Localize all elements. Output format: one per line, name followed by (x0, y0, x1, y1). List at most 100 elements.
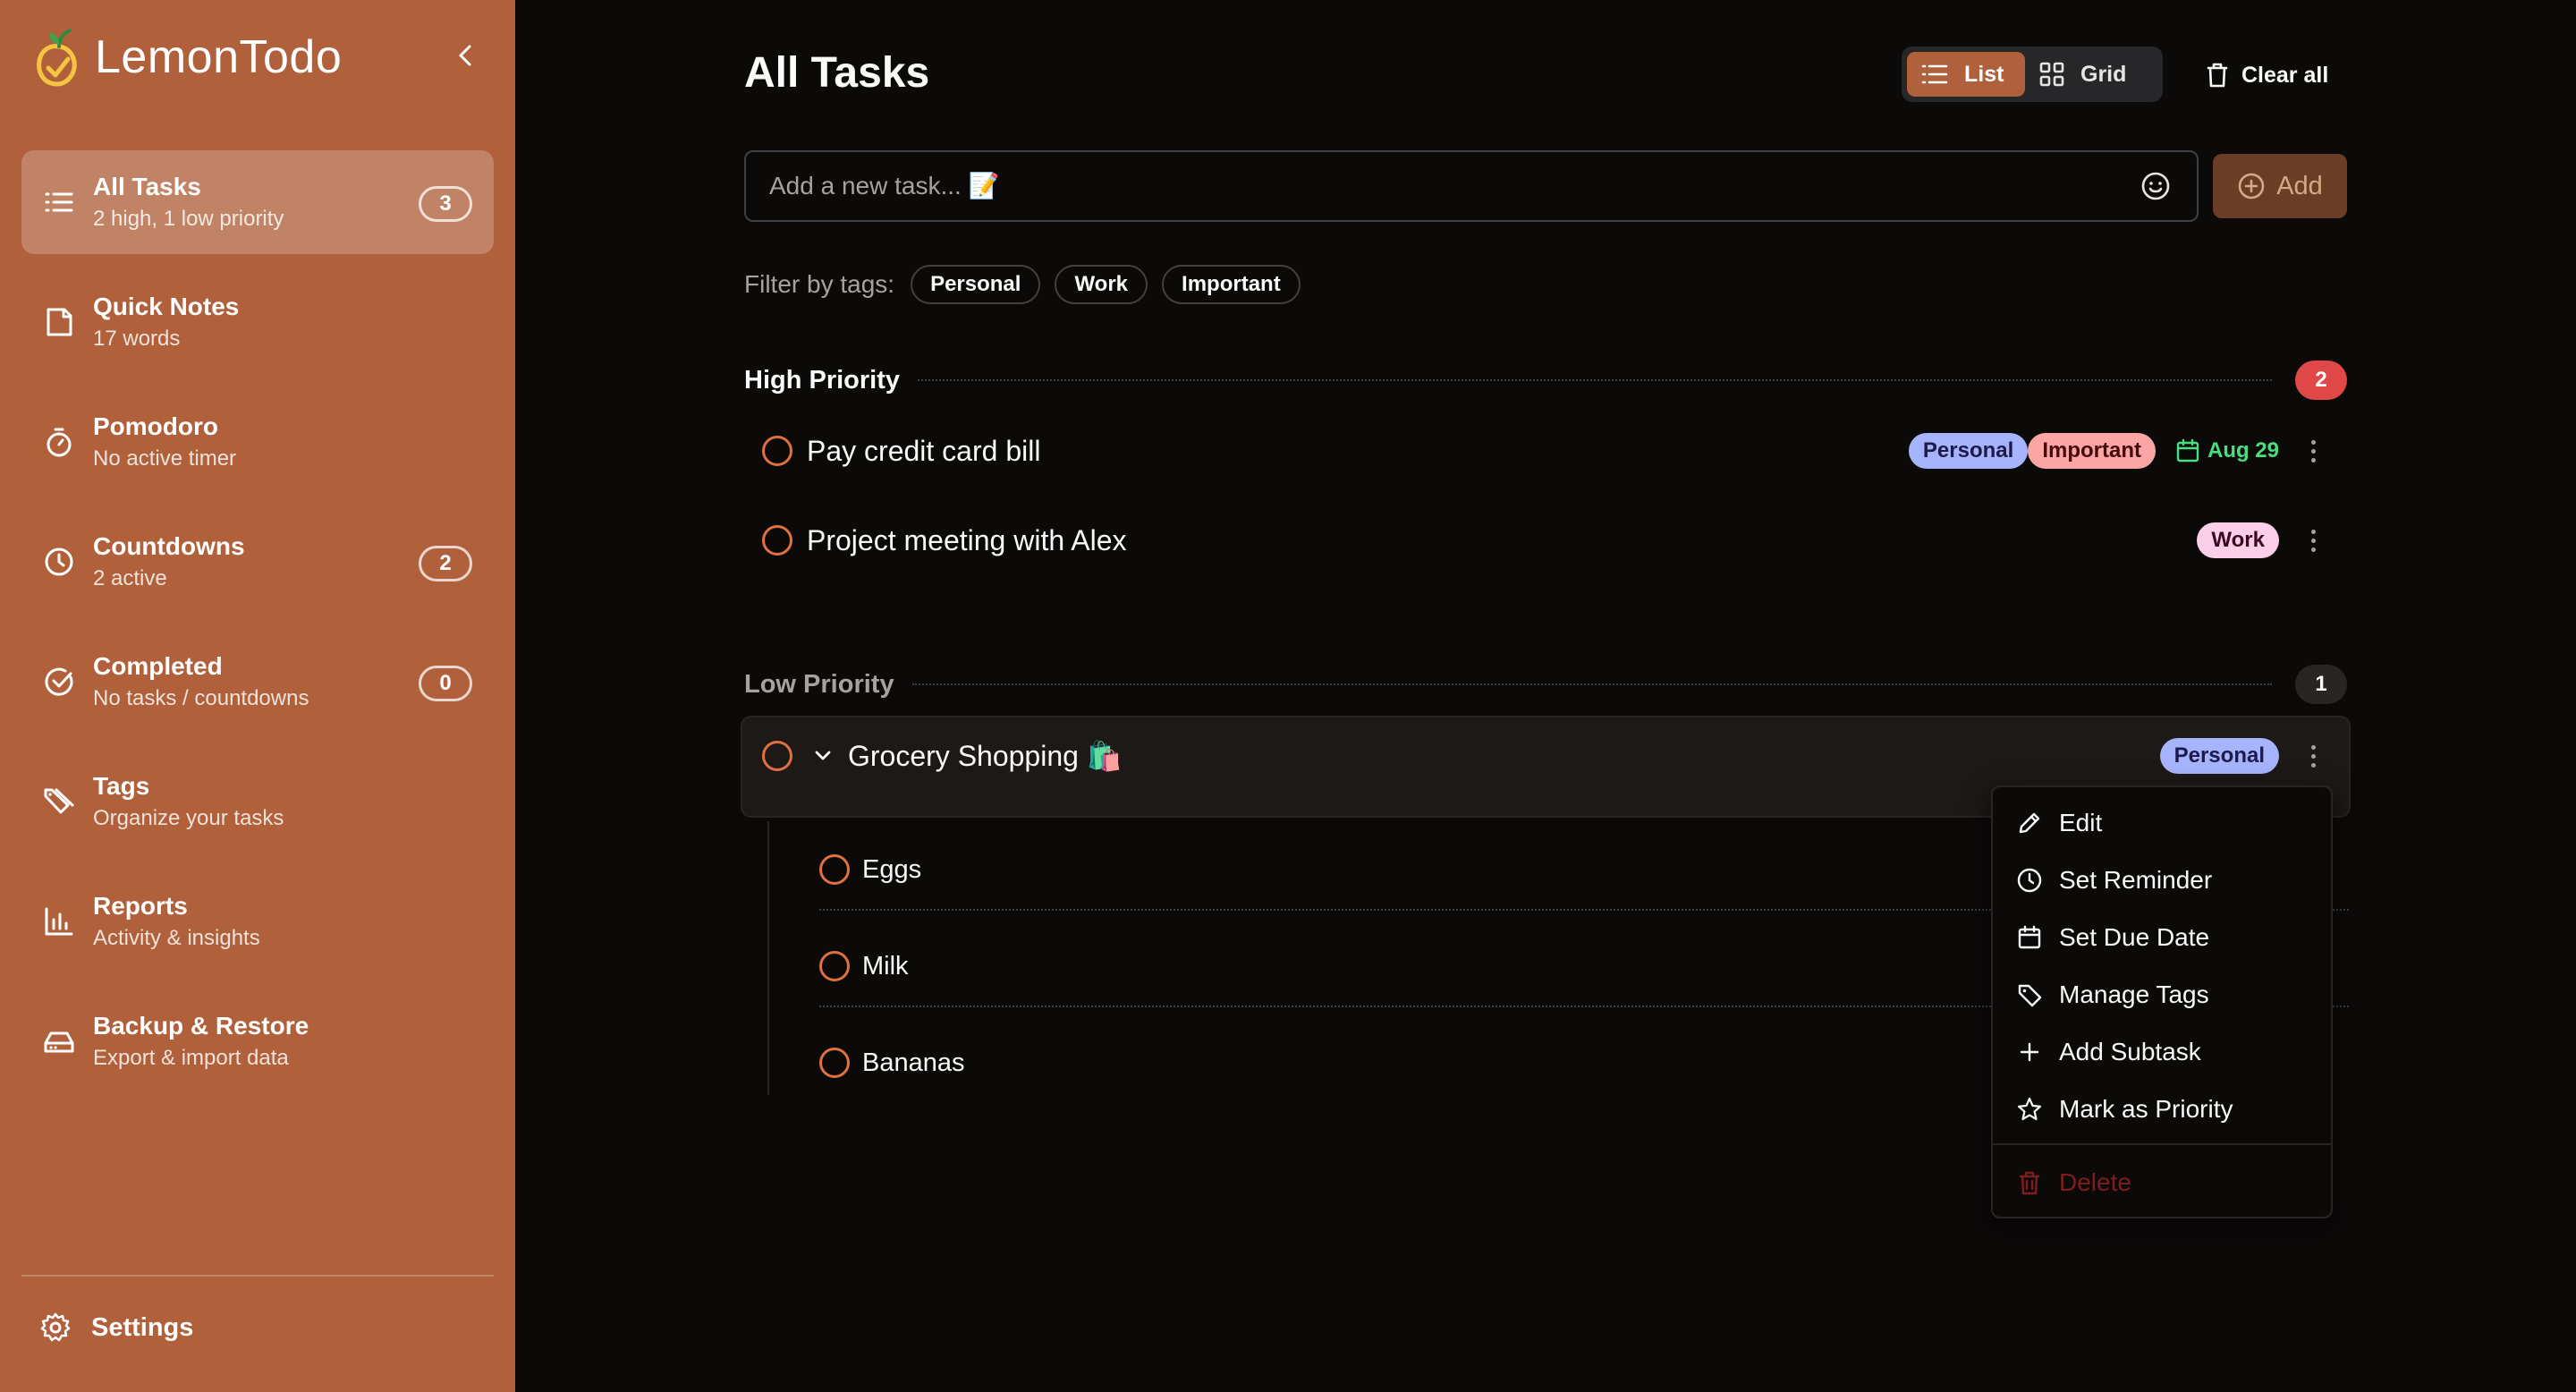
task-checkbox[interactable] (762, 525, 792, 556)
sidebar-item-subtitle: 17 words (93, 327, 181, 351)
filter-chip-personal[interactable]: Personal (911, 265, 1041, 304)
new-task-input[interactable] (769, 172, 2138, 200)
more-options-button[interactable] (2302, 738, 2324, 774)
count-badge: 0 (419, 666, 472, 701)
menu-item-label: Mark as Priority (2059, 1095, 2233, 1123)
smiley-icon (2141, 172, 2170, 200)
plus-icon (2020, 1042, 2039, 1062)
count-badge: 2 (419, 546, 472, 581)
sidebar-item-all-tasks[interactable]: All Tasks 2 high, 1 low priority 3 (21, 150, 494, 254)
task-row[interactable]: Pay credit card bill Personal Important … (744, 415, 2347, 487)
sidebar-item-countdowns[interactable]: Countdowns 2 active 2 (21, 510, 494, 614)
task-checkbox[interactable] (762, 741, 792, 771)
menu-item-label: Set Reminder (2059, 866, 2213, 894)
drive-icon (44, 1031, 74, 1053)
note-icon (47, 308, 72, 336)
task-checkbox[interactable] (762, 436, 792, 466)
task-meta: Personal (2159, 720, 2324, 792)
chevron-left-icon (459, 45, 471, 66)
sidebar: LemonTodo All Tasks 2 high, 1 low priori… (0, 0, 515, 1392)
task-row[interactable]: Grocery Shopping 🛍️ Personal (744, 720, 2347, 792)
app-name: LemonTodo (95, 31, 343, 83)
sidebar-item-tags[interactable]: Tags Organize your tasks (21, 750, 494, 853)
subtask-checkbox[interactable] (819, 854, 850, 885)
lemon-logo-icon (37, 29, 77, 87)
calendar-icon (2176, 438, 2199, 463)
sidebar-item-reports[interactable]: Reports Activity & insights (21, 870, 494, 973)
menu-item-set-reminder[interactable]: Set Reminder (1993, 852, 2331, 909)
list-view-button[interactable]: List (1907, 52, 2025, 97)
grid-icon (2039, 62, 2064, 87)
emoji-picker-button[interactable] (2138, 168, 2174, 204)
section-divider (918, 379, 2272, 381)
sidebar-item-title: Countdowns (93, 532, 245, 560)
star-icon (2017, 1097, 2042, 1121)
menu-item-mark-as-priority[interactable]: Mark as Priority (1993, 1081, 2331, 1138)
due-date-label: Aug 29 (2207, 438, 2279, 463)
menu-item-delete[interactable]: Delete (1993, 1154, 2331, 1211)
tag-filter: Filter by tags: Personal Work Important (744, 265, 1315, 304)
subtask-title: Eggs (862, 854, 922, 884)
sidebar-item-title: Reports (93, 892, 188, 920)
timer-icon (47, 428, 72, 457)
subtask-title: Bananas (862, 1048, 965, 1077)
check-circle-icon (45, 667, 73, 696)
list-icon (1921, 64, 1948, 84)
menu-item-label: Set Due Date (2059, 923, 2210, 951)
tag-badge-personal[interactable]: Personal (1908, 433, 2029, 469)
clock-icon (2017, 868, 2042, 893)
menu-item-add-subtask[interactable]: Add Subtask (1993, 1023, 2331, 1081)
menu-item-edit[interactable]: Edit (1993, 794, 2331, 852)
more-options-button[interactable] (2302, 433, 2324, 469)
sidebar-item-subtitle: No active timer (93, 446, 237, 471)
menu-item-set-due-date[interactable]: Set Due Date (1993, 909, 2331, 966)
clear-all-button[interactable]: Clear all (2206, 57, 2328, 93)
more-options-button[interactable] (2302, 522, 2324, 558)
sidebar-divider (21, 1275, 494, 1277)
sidebar-item-subtitle: 2 active (93, 566, 167, 590)
subtask-checkbox[interactable] (819, 951, 850, 981)
subtask-checkbox[interactable] (819, 1048, 850, 1078)
calendar-icon (2018, 925, 2041, 949)
settings-button[interactable]: Settings (39, 1308, 193, 1347)
sidebar-item-title: Completed (93, 652, 223, 680)
plus-circle-icon (2238, 173, 2265, 199)
task-row[interactable]: Project meeting with Alex Work (744, 505, 2347, 576)
task-meta: Work (2197, 505, 2324, 576)
sidebar-item-subtitle: No tasks / countdowns (93, 686, 309, 710)
chevron-down-icon[interactable] (812, 745, 834, 767)
tag-badge-work[interactable]: Work (2197, 522, 2279, 558)
clock-icon (45, 547, 73, 576)
sidebar-item-title: Pomodoro (93, 412, 218, 440)
grid-view-button[interactable]: Grid (2025, 52, 2140, 97)
grid-view-label: Grid (2080, 61, 2127, 87)
section-divider (911, 683, 2272, 685)
sidebar-item-quick-notes[interactable]: Quick Notes 17 words (21, 270, 494, 374)
tag-badge-personal[interactable]: Personal (2159, 738, 2279, 774)
section-count-badge: 1 (2295, 665, 2347, 704)
sidebar-item-pomodoro[interactable]: Pomodoro No active timer (21, 390, 494, 494)
new-task-field (744, 150, 2199, 222)
sidebar-item-title: Quick Notes (93, 293, 240, 320)
menu-item-label: Manage Tags (2059, 980, 2209, 1008)
task-title: Grocery Shopping 🛍️ (848, 740, 1123, 772)
add-task-button[interactable]: Add (2213, 154, 2347, 218)
collapse-sidebar-button[interactable] (451, 39, 479, 72)
task-title: Project meeting with Alex (807, 523, 1127, 556)
sidebar-item-backup-restore[interactable]: Backup & Restore Export & import data (21, 989, 494, 1093)
sidebar-item-title: All Tasks (93, 173, 201, 200)
sidebar-item-subtitle: Export & import data (93, 1046, 289, 1070)
filter-chip-important[interactable]: Important (1162, 265, 1301, 304)
sidebar-item-subtitle: Organize your tasks (93, 806, 284, 830)
section-count-badge: 2 (2295, 361, 2347, 400)
list-view-label: List (1964, 61, 2004, 87)
sidebar-item-title: Tags (93, 772, 150, 800)
sidebar-item-subtitle: Activity & insights (93, 926, 260, 950)
tag-badge-important[interactable]: Important (2028, 433, 2156, 469)
tag-icon (2018, 984, 2042, 1007)
filter-chip-work[interactable]: Work (1055, 265, 1148, 304)
settings-label: Settings (91, 1312, 194, 1342)
sidebar-item-completed[interactable]: Completed No tasks / countdowns 0 (21, 630, 494, 734)
section-title: Low Priority (744, 669, 894, 699)
menu-item-manage-tags[interactable]: Manage Tags (1993, 966, 2331, 1023)
